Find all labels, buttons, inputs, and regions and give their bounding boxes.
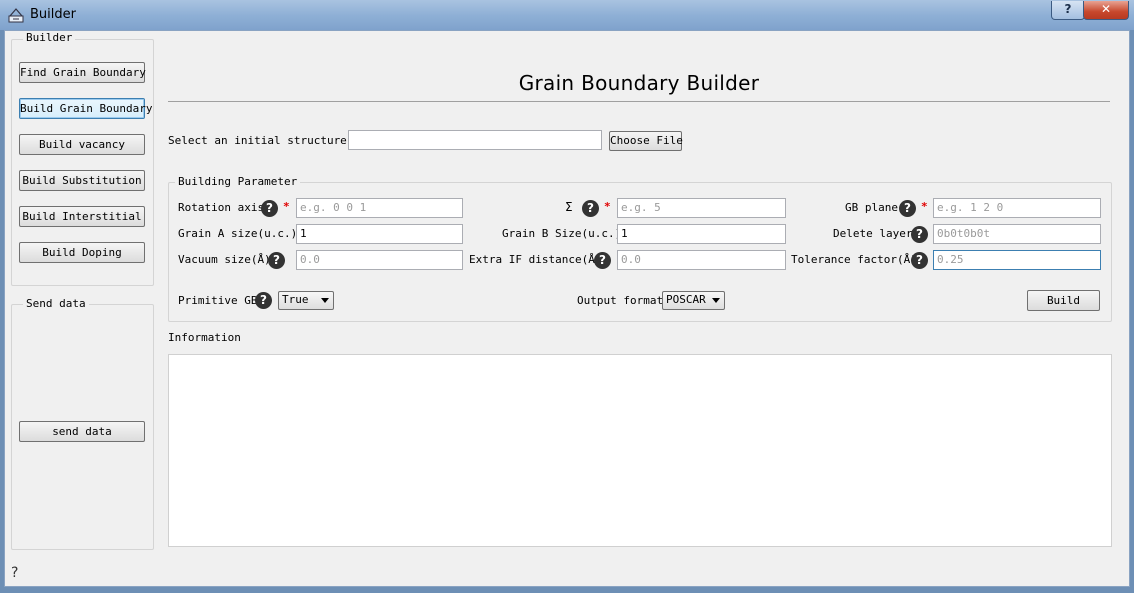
sigma-label: Σ xyxy=(565,200,573,214)
grain-b-size-input[interactable]: 1 xyxy=(617,224,786,244)
tolerance-factor-input[interactable]: 0.25 xyxy=(933,250,1101,270)
builder-group-title: Builder xyxy=(23,31,76,44)
whats-this-icon[interactable]: ? xyxy=(11,565,18,581)
output-format-label: Output format xyxy=(577,294,664,307)
send-data-button[interactable]: send data xyxy=(19,421,145,442)
find-grain-boundary-button[interactable]: Find Grain Boundary xyxy=(19,62,146,83)
delete-layer-input[interactable]: 0b0t0b0t xyxy=(933,224,1101,244)
required-mark: * xyxy=(283,200,290,213)
build-substitution-button[interactable]: Build Substitution xyxy=(19,170,145,191)
required-mark: * xyxy=(921,200,928,213)
output-format-value: POSCAR xyxy=(666,293,706,306)
delete-layer-label: Delete layer xyxy=(833,227,913,240)
grain-a-size-label: Grain A size(u.c.) xyxy=(178,227,298,240)
grain-a-size-input[interactable]: 1 xyxy=(296,224,463,244)
grain-b-size-label: Grain B Size(u.c.) xyxy=(502,227,622,240)
rotation-axis-help-icon[interactable]: ? xyxy=(261,200,278,217)
delete-layer-help-icon[interactable]: ? xyxy=(911,226,928,243)
builder-icon xyxy=(8,8,24,23)
rotation-axis-input[interactable]: e.g. 0 0 1 xyxy=(296,198,463,218)
tolerance-factor-help-icon[interactable]: ? xyxy=(911,252,928,269)
sigma-help-icon[interactable]: ? xyxy=(582,200,599,217)
tolerance-factor-label: Tolerance factor(Å) xyxy=(791,253,917,266)
information-textarea[interactable] xyxy=(168,354,1112,547)
gb-plane-help-icon[interactable]: ? xyxy=(899,200,916,217)
building-parameter-title: Building Parameter xyxy=(175,175,301,188)
window-title: Builder xyxy=(30,7,76,22)
sigma-input[interactable]: e.g. 5 xyxy=(617,198,786,218)
extra-if-distance-label: Extra IF distance(Å) xyxy=(469,253,602,266)
vacuum-size-help-icon[interactable]: ? xyxy=(268,252,285,269)
build-button[interactable]: Build xyxy=(1027,290,1100,311)
primitive-gb-value: True xyxy=(282,293,309,306)
primitive-gb-select[interactable]: True xyxy=(278,291,334,310)
structure-path-field[interactable] xyxy=(348,130,602,150)
output-format-select[interactable]: POSCAR xyxy=(662,291,725,310)
vacuum-size-label: Vacuum size(Å) xyxy=(178,253,271,266)
page-title: Grain Boundary Builder xyxy=(518,71,760,95)
primitive-gb-help-icon[interactable]: ? xyxy=(255,292,272,309)
choose-file-button[interactable]: Choose File xyxy=(609,131,683,151)
window-help-button[interactable]: ? xyxy=(1051,1,1085,20)
chevron-down-icon xyxy=(321,298,329,303)
build-grain-boundary-button[interactable]: Build Grain Boundary xyxy=(19,98,152,119)
information-label: Information xyxy=(168,331,241,344)
build-vacancy-button[interactable]: Build vacancy xyxy=(19,134,145,155)
chevron-down-icon xyxy=(712,298,720,303)
gb-plane-input[interactable]: e.g. 1 2 0 xyxy=(933,198,1101,218)
build-interstitial-button[interactable]: Build Interstitial xyxy=(19,206,145,227)
extra-if-distance-help-icon[interactable]: ? xyxy=(594,252,611,269)
required-mark: * xyxy=(604,200,611,213)
send-data-group-title: Send data xyxy=(23,297,89,310)
build-doping-button[interactable]: Build Doping xyxy=(19,242,145,263)
select-structure-label: Select an initial structure * xyxy=(168,134,360,147)
primitive-gb-label: Primitive GB xyxy=(178,294,258,307)
window-titlebar[interactable] xyxy=(0,0,1134,30)
extra-if-distance-input[interactable]: 0.0 xyxy=(617,250,786,270)
vacuum-size-input[interactable]: 0.0 xyxy=(296,250,463,270)
gb-plane-label: GB plane xyxy=(845,201,898,214)
window-close-button[interactable]: ✕ xyxy=(1083,1,1129,20)
title-divider xyxy=(168,101,1110,102)
rotation-axis-label: Rotation axis xyxy=(178,201,265,214)
